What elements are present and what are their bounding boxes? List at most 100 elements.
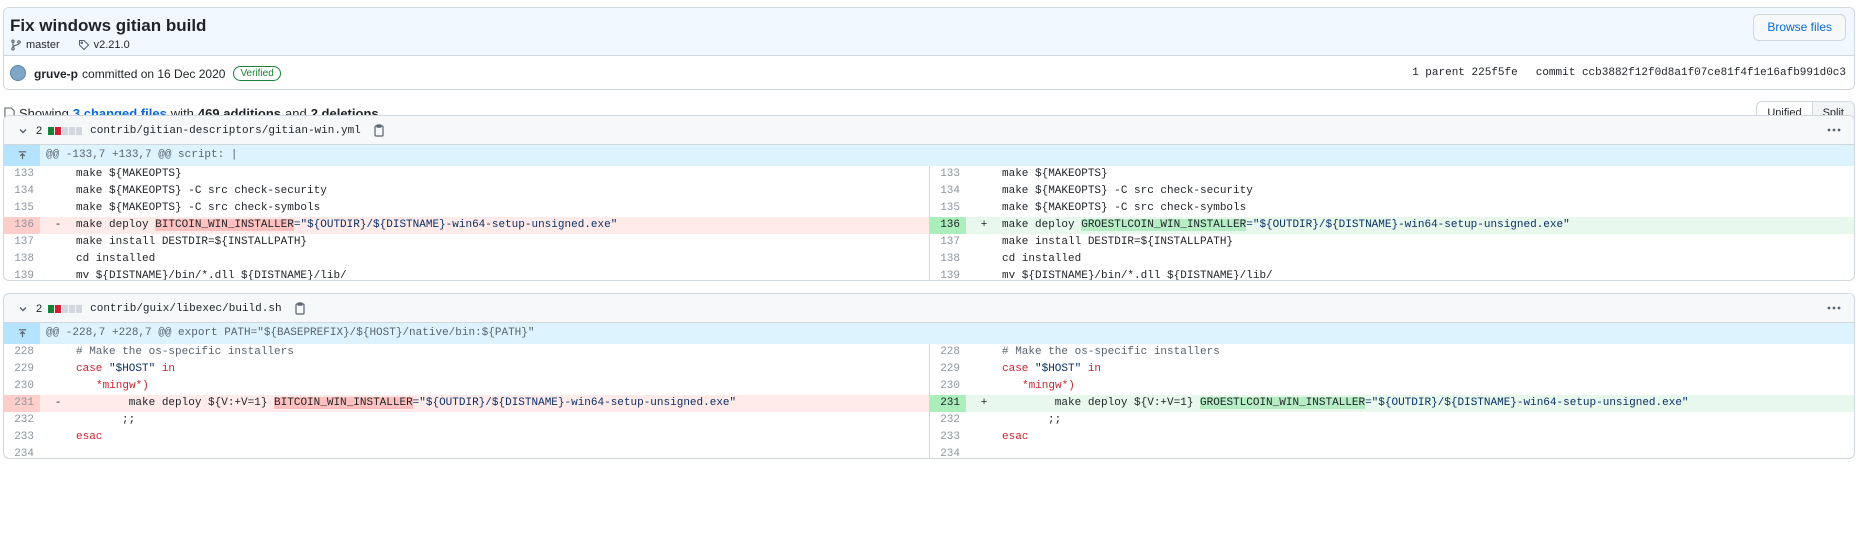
line-number[interactable]: 138 [930, 251, 966, 268]
code-line: make ${MAKEOPTS} [76, 168, 182, 180]
line-number[interactable]: 138 [4, 251, 40, 268]
code-segment: make deploy [1002, 219, 1082, 231]
file-header: 2 contrib/guix/libexec/build.sh [4, 294, 1854, 323]
line-number[interactable]: 234 [4, 446, 40, 458]
parent-sha-link[interactable]: 225f5fe [1472, 67, 1518, 79]
line-number[interactable]: 133 [4, 166, 40, 183]
file-path[interactable]: contrib/gitian-descriptors/gitian-win.ym… [90, 125, 361, 137]
code-line: ;; [122, 414, 136, 426]
chevron-down-icon[interactable] [18, 304, 28, 314]
line-number[interactable]: 230 [4, 378, 40, 395]
added-word: GROESTLCOIN_WIN_INSTALLER [1081, 219, 1247, 231]
line-number[interactable]: 232 [930, 412, 966, 429]
hunk-text: @@ -228,7 +228,7 @@ export PATH="${BASEP… [46, 327, 535, 339]
line-number[interactable]: 135 [4, 200, 40, 217]
keyword: in [161, 363, 176, 375]
commit-sha: commit ccb3882f12f0d8a1f07ce81f4f1e16afb… [1536, 67, 1846, 79]
line-number[interactable]: 139 [4, 268, 40, 280]
code-line: esac [1002, 431, 1029, 443]
code-line: make install DESTDIR=${INSTALLPATH} [1002, 236, 1234, 248]
line-number[interactable]: 134 [4, 183, 40, 200]
code-line-added: make deploy GROESTLCOIN_WIN_INSTALLER="$… [1002, 217, 1854, 234]
line-number[interactable]: 135 [930, 200, 966, 217]
code-segment: ="${OUTDIR}/${DISTNAME}-win64-setup-unsi… [1246, 219, 1570, 231]
code-segment: "$HOST" [1028, 363, 1088, 375]
line-number[interactable]: 234 [930, 446, 966, 458]
code-line-added: make deploy ${V:+V=1} GROESTLCOIN_WIN_IN… [1002, 395, 1854, 412]
branch-name[interactable]: master [26, 39, 60, 51]
code-line: cd installed [1002, 253, 1082, 265]
browse-files-button[interactable]: Browse files [1753, 14, 1846, 41]
copy-icon[interactable] [294, 302, 306, 315]
deleted-word: BITCOIN_WIN_INSTALLER [155, 219, 294, 231]
diff-row-changed: 136- make deploy BITCOIN_WIN_INSTALLER="$… [4, 217, 1854, 234]
code-segment: ="${OUTDIR}/${DISTNAME}-win64-setup-unsi… [412, 397, 737, 409]
commit-label: commit [1535, 67, 1576, 79]
code-line: case "$HOST" in [1002, 361, 1854, 378]
line-number[interactable]: 229 [930, 361, 966, 378]
avatar[interactable] [10, 65, 26, 81]
code-line-deleted: make deploy ${V:+V=1} BITCOIN_WIN_INSTAL… [76, 395, 929, 412]
chevron-down-icon[interactable] [18, 126, 28, 136]
line-number[interactable]: 137 [4, 234, 40, 251]
code-line: # Make the os-specific installers [1002, 346, 1220, 358]
commit-sha-value: ccb3882f12f0d8a1f07ce81f4f1e16afb991d0c3 [1581, 67, 1846, 79]
diff-row: 229 case "$HOST" in 229 case "$HOST" in [4, 361, 1854, 378]
file-path[interactable]: contrib/guix/libexec/build.sh [90, 303, 281, 315]
diff-row: 232;; 232;; [4, 412, 1854, 429]
line-number[interactable]: 133 [930, 166, 966, 183]
line-number[interactable]: 231 [4, 395, 40, 412]
code-segment: ="${OUTDIR}/${DISTNAME}-win64-setup-unsi… [293, 219, 618, 231]
verified-badge[interactable]: Verified [233, 66, 281, 81]
kebab-menu-icon[interactable] [1826, 124, 1842, 136]
code-line: mv ${DISTNAME}/bin/*.dll ${DISTNAME}/lib… [1002, 270, 1273, 281]
copy-icon[interactable] [373, 124, 385, 137]
expand-up-icon[interactable] [4, 323, 40, 344]
commit-ids: 1 parent 225f5fe commit ccb3882f12f0d8a1… [1412, 67, 1846, 79]
line-number[interactable]: 229 [4, 361, 40, 378]
diff-lines: 133 make ${MAKEOPTS} 133 make ${MAKEOPTS} … [4, 166, 1854, 281]
diff-row: 137 make install DESTDIR=${INSTALLPATH} 1… [4, 234, 1854, 251]
line-number[interactable]: 228 [930, 344, 966, 361]
code-segment: ="${OUTDIR}/${DISTNAME}-win64-setup-unsi… [1365, 397, 1689, 409]
line-number[interactable]: 232 [4, 412, 40, 429]
line-number[interactable]: 136 [930, 217, 966, 234]
tag-icon [78, 39, 90, 51]
expand-up-icon[interactable] [4, 145, 40, 166]
author-name[interactable]: gruve-p [34, 67, 78, 81]
code-line: make ${MAKEOPTS} [1002, 168, 1108, 180]
committed-date: committed on 16 Dec 2020 [82, 66, 226, 81]
line-number[interactable]: 134 [930, 183, 966, 200]
code-line: ;; [1048, 414, 1062, 426]
commit-refs: master v2.21.0 [10, 39, 130, 51]
file-diff: 2 contrib/gitian-descriptors/gitian-win.… [3, 115, 1855, 281]
line-number[interactable]: 233 [930, 429, 966, 446]
commit-header: Fix windows gitian build master v2.21.0 … [3, 7, 1855, 90]
line-number[interactable]: 231 [930, 395, 966, 412]
addition-marker: + [980, 219, 988, 231]
hunk-header: @@ -228,7 +228,7 @@ export PATH="${BASEP… [4, 323, 1854, 344]
code-line: make ${MAKEOPTS} -C src check-security [76, 185, 327, 197]
line-number[interactable]: 136 [4, 217, 40, 234]
hunk-header: @@ -133,7 +133,7 @@ script: | [4, 145, 1854, 166]
line-number[interactable]: 228 [4, 344, 40, 361]
code-line: cd installed [76, 253, 156, 265]
line-number[interactable]: 137 [930, 234, 966, 251]
code-line: case "$HOST" in [76, 361, 929, 378]
line-number[interactable]: 233 [4, 429, 40, 446]
commit-title-bar: Fix windows gitian build master v2.21.0 … [4, 8, 1854, 56]
diff-row: 139 mv ${DISTNAME}/bin/*.dll ${DISTNAME}/… [4, 268, 1854, 281]
kebab-menu-icon[interactable] [1826, 302, 1842, 314]
hunk-text: @@ -133,7 +133,7 @@ script: | [46, 149, 238, 161]
code-line: # Make the os-specific installers [76, 346, 294, 358]
line-number[interactable]: 139 [930, 268, 966, 280]
code-line: mv ${DISTNAME}/bin/*.dll ${DISTNAME}/lib… [76, 270, 347, 281]
tag-name[interactable]: v2.21.0 [94, 39, 130, 51]
keyword: in [1087, 363, 1102, 375]
file-change-count: 2 [36, 124, 43, 137]
line-number[interactable]: 230 [930, 378, 966, 395]
diffstat-bar [48, 304, 83, 313]
added-word: GROESTLCOIN_WIN_INSTALLER [1200, 397, 1366, 409]
diff-row: 135 make ${MAKEOPTS} -C src check-symbols… [4, 200, 1854, 217]
